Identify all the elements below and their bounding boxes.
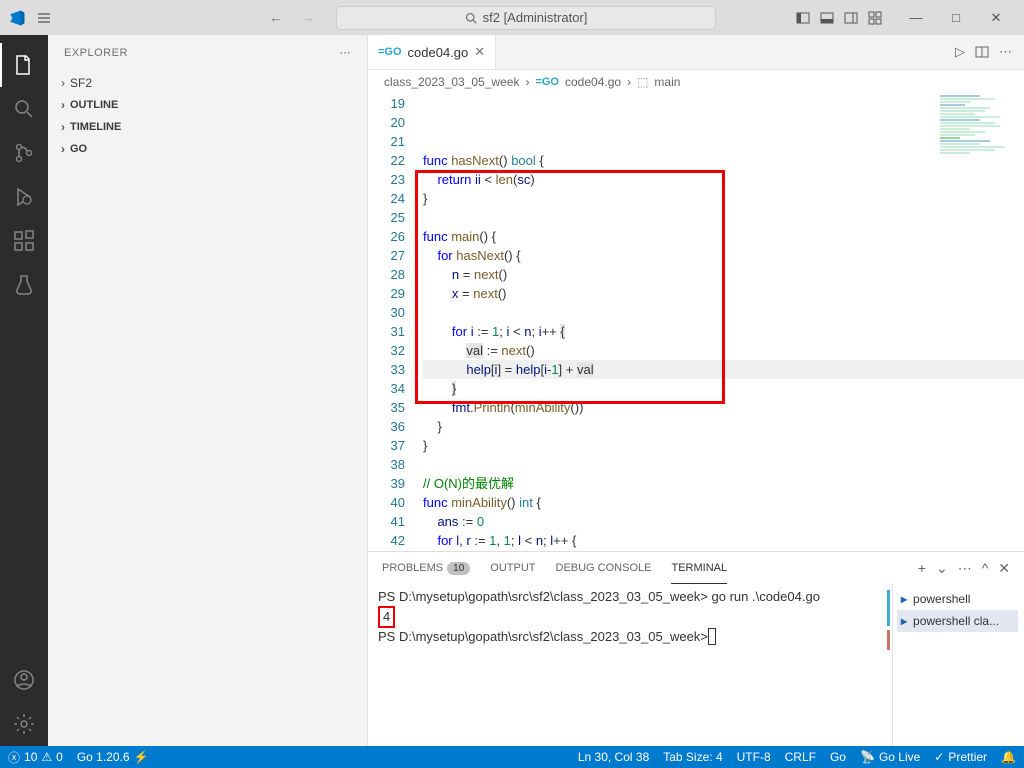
terminal-output-highlight: 4: [378, 606, 395, 628]
breadcrumb-file[interactable]: code04.go: [565, 75, 621, 89]
sidebar-title: EXPLORER: [64, 47, 128, 59]
problems-count-badge: 10: [447, 562, 470, 575]
panel-more-icon[interactable]: ⋯: [958, 560, 972, 577]
code-line[interactable]: }: [423, 417, 1024, 436]
code-line[interactable]: ans := 0: [423, 512, 1024, 531]
accounts-icon[interactable]: [0, 658, 48, 702]
status-notifications-icon[interactable]: 🔔: [1001, 750, 1016, 764]
tab-debug-console[interactable]: DEBUG CONSOLE: [556, 552, 652, 584]
code-line[interactable]: val := next(): [423, 341, 1024, 360]
bottom-panel: PROBLEMS10 OUTPUT DEBUG CONSOLE TERMINAL…: [368, 551, 1024, 746]
sidebar-item-go[interactable]: ›GO: [56, 138, 359, 160]
editor-area: =GO code04.go ✕ ▷ ⋯ class_2023_03_05_wee…: [368, 35, 1024, 746]
layout-panel-bottom-icon[interactable]: [816, 7, 838, 29]
terminal-line: PS D:\mysetup\gopath\src\sf2\class_2023_…: [378, 629, 708, 644]
terminal-list-item[interactable]: ▸powershell: [897, 588, 1018, 610]
command-center[interactable]: sf2 [Administrator]: [336, 6, 716, 30]
tab-code04[interactable]: =GO code04.go ✕: [368, 35, 496, 69]
run-debug-icon[interactable]: [0, 175, 48, 219]
sidebar-item-timeline[interactable]: ›TIMELINE: [56, 116, 359, 138]
code-line[interactable]: }: [423, 379, 1024, 398]
code-line[interactable]: // O(N)的最优解: [423, 474, 1024, 493]
status-encoding[interactable]: UTF-8: [737, 750, 771, 764]
breadcrumbs[interactable]: class_2023_03_05_week › =GO code04.go › …: [368, 70, 1024, 94]
tab-output[interactable]: OUTPUT: [490, 552, 535, 584]
terminal-line: PS D:\mysetup\gopath\src\sf2\class_2023_…: [378, 588, 882, 606]
code-line[interactable]: [423, 208, 1024, 227]
terminal-list: ▸powershell▸powershell cla...: [892, 584, 1022, 746]
symbol-icon: ⬚: [637, 75, 648, 89]
search-icon[interactable]: [0, 87, 48, 131]
minimap[interactable]: [940, 94, 1020, 294]
sidebar-item-sf2[interactable]: ›SF2: [56, 72, 359, 94]
new-terminal-icon[interactable]: +: [918, 560, 926, 577]
code-line[interactable]: func hasNext() bool {: [423, 151, 1024, 170]
close-window-button[interactable]: ✕: [976, 3, 1016, 33]
menu-icon[interactable]: [34, 8, 54, 28]
layout-customize-icon[interactable]: [864, 7, 886, 29]
go-file-icon: =GO: [535, 76, 559, 88]
nav-back-icon[interactable]: ←: [264, 6, 288, 30]
maximize-button[interactable]: □: [936, 3, 976, 33]
terminal[interactable]: PS D:\mysetup\gopath\src\sf2\class_2023_…: [368, 584, 892, 746]
explorer-icon[interactable]: [0, 43, 48, 87]
code-line[interactable]: help[i] = help[i-1] + val: [423, 360, 1024, 379]
title-bar: ← → sf2 [Administrator] ― □ ✕: [0, 0, 1024, 35]
tab-label: code04.go: [408, 45, 469, 60]
explorer-sidebar: EXPLORER ⋯ ›SF2›OUTLINE›TIMELINE›GO: [48, 35, 368, 746]
code-line[interactable]: for hasNext() {: [423, 246, 1024, 265]
layout-panel-left-icon[interactable]: [792, 7, 814, 29]
layout-panel-right-icon[interactable]: [840, 7, 862, 29]
status-golive[interactable]: 📡 Go Live: [860, 750, 920, 764]
status-bar: ⓧ 10 ⚠ 0 Go 1.20.6 ⚡ Ln 30, Col 38 Tab S…: [0, 746, 1024, 768]
tab-terminal[interactable]: TERMINAL: [671, 552, 727, 584]
nav-forward-icon[interactable]: →: [296, 6, 320, 30]
status-eol[interactable]: CRLF: [785, 750, 816, 764]
close-panel-icon[interactable]: ✕: [998, 560, 1010, 577]
breadcrumb-folder[interactable]: class_2023_03_05_week: [384, 75, 519, 89]
tab-bar: =GO code04.go ✕ ▷ ⋯: [368, 35, 1024, 70]
status-tabsize[interactable]: Tab Size: 4: [663, 750, 722, 764]
settings-gear-icon[interactable]: [0, 702, 48, 746]
minimize-button[interactable]: ―: [896, 3, 936, 33]
vscode-logo: [8, 9, 26, 27]
terminal-dropdown-icon[interactable]: ⌄: [936, 560, 948, 577]
breadcrumb-symbol[interactable]: main: [654, 75, 680, 89]
code-line[interactable]: [423, 303, 1024, 322]
terminal-list-item[interactable]: ▸powershell cla...: [897, 610, 1018, 632]
status-cursor[interactable]: Ln 30, Col 38: [578, 750, 649, 764]
command-center-text: sf2 [Administrator]: [483, 10, 588, 25]
code-line[interactable]: }: [423, 189, 1024, 208]
sidebar-more-icon[interactable]: ⋯: [340, 46, 352, 59]
code-line[interactable]: for r < n && help[r]-help[l-1] < 2*x {: [423, 550, 1024, 551]
extensions-icon[interactable]: [0, 219, 48, 263]
code-line[interactable]: for l, r := 1, 1; l < n; l++ {: [423, 531, 1024, 550]
code-line[interactable]: for i := 1; i < n; i++ {: [423, 322, 1024, 341]
testing-icon[interactable]: [0, 263, 48, 307]
code-line[interactable]: fmt.Println(minAbility()): [423, 398, 1024, 417]
code-line[interactable]: n = next(): [423, 265, 1024, 284]
run-icon[interactable]: ▷: [955, 44, 965, 60]
editor[interactable]: 1920212223242526272829303132333435363738…: [368, 94, 1024, 551]
code-line[interactable]: func minAbility() int {: [423, 493, 1024, 512]
code-line[interactable]: }: [423, 436, 1024, 455]
status-errors[interactable]: ⓧ 10 ⚠ 0: [8, 749, 63, 766]
status-language[interactable]: Go: [830, 750, 846, 764]
source-control-icon[interactable]: [0, 131, 48, 175]
tab-problems[interactable]: PROBLEMS10: [382, 552, 470, 584]
code-line[interactable]: func main() {: [423, 227, 1024, 246]
code-line[interactable]: [423, 455, 1024, 474]
status-go-version[interactable]: Go 1.20.6 ⚡: [77, 750, 149, 764]
split-editor-icon[interactable]: [975, 45, 989, 59]
maximize-panel-icon[interactable]: ^: [982, 560, 989, 577]
code-line[interactable]: x = next(): [423, 284, 1024, 303]
code-line[interactable]: return ii < len(sc): [423, 170, 1024, 189]
status-prettier[interactable]: ✓ Prettier: [934, 750, 987, 764]
editor-more-icon[interactable]: ⋯: [999, 44, 1012, 60]
sidebar-item-outline[interactable]: ›OUTLINE: [56, 94, 359, 116]
cursor: [708, 628, 716, 645]
go-file-icon: =GO: [378, 46, 402, 58]
close-tab-icon[interactable]: ✕: [474, 44, 485, 60]
activity-bar: [0, 35, 48, 746]
